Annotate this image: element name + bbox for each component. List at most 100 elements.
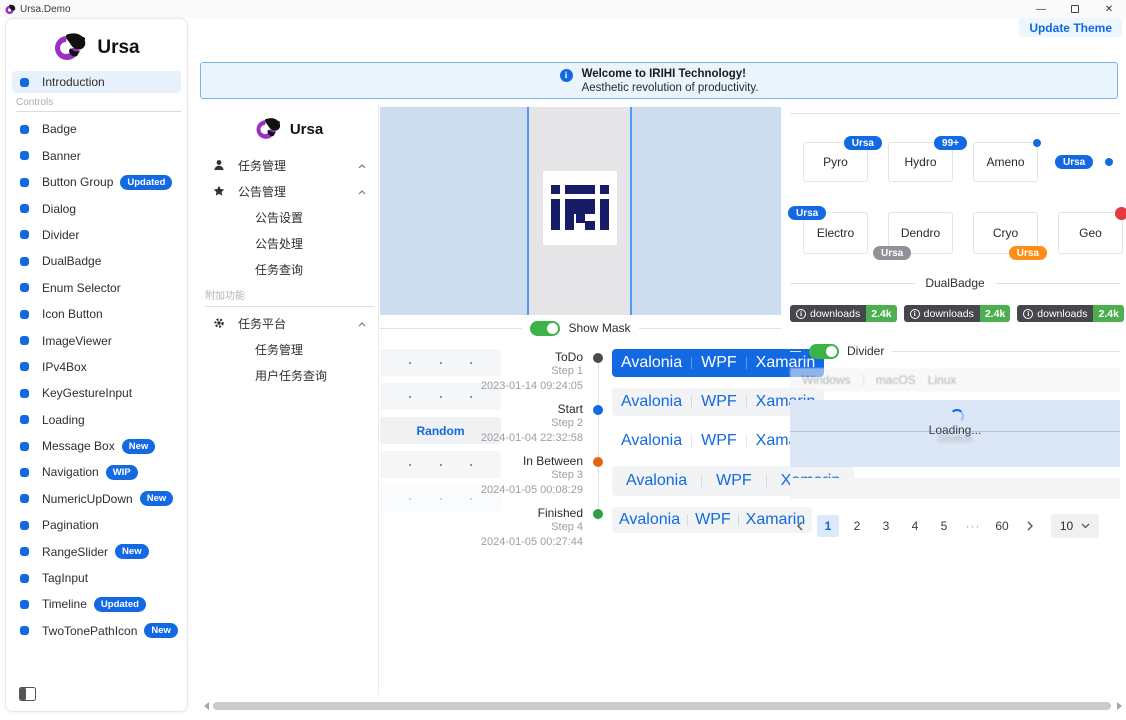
prev-page-button[interactable] <box>790 515 810 537</box>
nav-item-任务管理[interactable]: 任务管理 <box>200 157 378 173</box>
scroll-right-icon[interactable] <box>1117 702 1122 710</box>
group-button-avalonia[interactable]: Avalonia <box>612 507 687 533</box>
welcome-banner: i Welcome to IRIHI Technology! Aesthetic… <box>200 62 1118 99</box>
horizontal-scrollbar[interactable] <box>200 699 1126 713</box>
sidebar-item-label: Enum Selector <box>42 281 121 295</box>
timeline-step-time: 2024-01-05 00:08:29 <box>455 483 583 498</box>
image-viewer[interactable] <box>380 107 781 315</box>
group-button-avalonia[interactable]: Avalonia <box>612 349 691 377</box>
nav-item-公告设置[interactable]: 公告设置 <box>200 209 378 225</box>
maximize-button[interactable] <box>1058 0 1092 18</box>
sidebar-item-rangeslider[interactable]: RangeSliderNew <box>12 541 181 563</box>
group-button-avalonia[interactable]: Avalonia <box>612 388 691 416</box>
next-page-button[interactable] <box>1020 515 1040 537</box>
nav-item-任务管理[interactable]: 任务管理 <box>200 341 378 357</box>
info-icon: i <box>796 309 806 319</box>
sidebar-item-message-box[interactable]: Message BoxNew <box>12 435 181 457</box>
sidebar-item-icon-button[interactable]: Icon Button <box>12 303 181 325</box>
tab-linux[interactable]: Linux <box>928 373 957 387</box>
divider-line <box>790 113 1120 114</box>
standalone-badge-dot <box>1105 158 1113 166</box>
item-bullet-icon <box>20 151 29 160</box>
nav-item-公告管理[interactable]: 公告管理 <box>200 183 378 199</box>
timeline-dot-icon <box>593 405 603 415</box>
group-button-avalonia[interactable]: Avalonia <box>612 427 691 455</box>
sidebar-item-label: Message Box <box>42 439 115 453</box>
app-window: Ursa.Demo — ✕ Update Theme Ursa Introduc… <box>0 0 1126 720</box>
badge-card-geo: Geo <box>1058 212 1123 254</box>
octet-separator-dot <box>409 464 411 466</box>
status-badge: New <box>144 623 178 638</box>
divider-toggle[interactable] <box>809 344 839 359</box>
item-bullet-icon <box>20 442 29 451</box>
sidebar-item-keygestureinput[interactable]: KeyGestureInput <box>12 382 181 404</box>
sidebar-item-navigation[interactable]: NavigationWIP <box>12 461 181 483</box>
divider-line <box>639 328 781 329</box>
sidebar-item-badge[interactable]: Badge <box>12 118 181 140</box>
sidebar-item-enum-selector[interactable]: Enum Selector <box>12 277 181 299</box>
sidebar-item-button-group[interactable]: Button GroupUpdated <box>12 171 181 193</box>
item-bullet-icon <box>20 389 29 398</box>
sidebar-item-label: TwoTonePathIcon <box>42 624 137 638</box>
loading-panel: Stretch Loading... <box>790 400 1120 467</box>
page-button-3[interactable]: 3 <box>875 515 897 537</box>
group-button-wpf[interactable]: WPF <box>692 349 746 377</box>
nav-item-任务平台[interactable]: 任务平台 <box>200 315 378 331</box>
page-size-dropdown[interactable]: 10 <box>1051 514 1099 538</box>
group-button-wpf[interactable]: WPF <box>692 388 746 416</box>
badge-card-pyro: PyroUrsa <box>803 142 868 182</box>
scrollbar-thumb[interactable] <box>213 702 1111 710</box>
card-label: Pyro <box>823 155 848 169</box>
sidebar-item-imageviewer[interactable]: ImageViewer <box>12 330 181 352</box>
page-button-4[interactable]: 4 <box>904 515 926 537</box>
nav-item-任务查询[interactable]: 任务查询 <box>200 261 378 277</box>
sidebar-item-pagination[interactable]: Pagination <box>12 514 181 536</box>
minimize-button[interactable]: — <box>1024 0 1058 18</box>
sidebar-item-twotonepathicon[interactable]: TwoTonePathIcon New <box>12 620 181 642</box>
page-button-2[interactable]: 2 <box>846 515 868 537</box>
group-button-wpf[interactable]: WPF <box>688 507 738 533</box>
sidebar-item-label: Divider <box>42 228 79 242</box>
sidebar-item-taginput[interactable]: TagInput <box>12 567 181 589</box>
sidebar-item-ipv4box[interactable]: IPv4Box <box>12 356 181 378</box>
dual-badge-left: idownloads <box>790 305 866 322</box>
collapse-panel-icon <box>19 687 36 701</box>
timeline-step-time: 2024-01-05 00:27:44 <box>455 535 583 550</box>
group-button-avalonia[interactable]: Avalonia <box>612 466 701 496</box>
page-button-5[interactable]: 5 <box>933 515 955 537</box>
page-button-60[interactable]: 60 <box>991 515 1013 537</box>
scroll-left-icon[interactable] <box>204 702 209 710</box>
show-mask-toggle[interactable] <box>530 321 560 336</box>
update-theme-button[interactable]: Update Theme <box>1019 18 1122 37</box>
close-button[interactable]: ✕ <box>1092 0 1126 18</box>
timeline-step-label: Step 3 <box>455 468 583 483</box>
ursa-badge: Ursa <box>788 206 826 220</box>
standalone-badges: Ursa <box>1055 142 1113 182</box>
sidebar-item-banner[interactable]: Banner <box>12 145 181 167</box>
sidebar-item-divider[interactable]: Divider <box>12 224 181 246</box>
maximize-icon <box>1071 5 1079 13</box>
sidebar-item-label: Icon Button <box>42 307 103 321</box>
nav-item-label: 公告处理 <box>255 235 378 252</box>
page-button-1[interactable]: 1 <box>817 515 839 537</box>
sidebar-item-numericupdown[interactable]: NumericUpDownNew <box>12 488 181 510</box>
divider-toggle-row: Divider <box>790 343 1120 359</box>
timeline-step-title: ToDo <box>455 350 583 364</box>
group-button-wpf[interactable]: WPF <box>702 466 766 496</box>
nav-item-公告处理[interactable]: 公告处理 <box>200 235 378 251</box>
tab-windows[interactable]: Windows <box>802 373 851 387</box>
octet-separator-dot <box>440 362 442 364</box>
sidebar-item-loading[interactable]: Loading <box>12 409 181 431</box>
os-tabs[interactable]: Windows macOS Linux <box>790 368 1120 392</box>
demo-navigation: Ursa 任务管理公告管理公告设置公告处理任务查询附加功能任务平台任务管理用户任… <box>200 105 379 695</box>
sidebar-item-dualbadge[interactable]: DualBadge <box>12 250 181 272</box>
group-button-wpf[interactable]: WPF <box>692 427 746 455</box>
sidebar-item-timeline[interactable]: TimelineUpdated <box>12 593 181 615</box>
nav-item-用户任务查询[interactable]: 用户任务查询 <box>200 367 378 383</box>
sidebar-collapse-button[interactable] <box>19 687 36 701</box>
tab-macos[interactable]: macOS <box>876 373 916 387</box>
ursa-badge: Ursa <box>873 246 911 260</box>
dual-badge-label: downloads <box>1037 308 1087 320</box>
sidebar-item-introduction[interactable]: Introduction <box>12 71 181 93</box>
sidebar-item-dialog[interactable]: Dialog <box>12 198 181 220</box>
